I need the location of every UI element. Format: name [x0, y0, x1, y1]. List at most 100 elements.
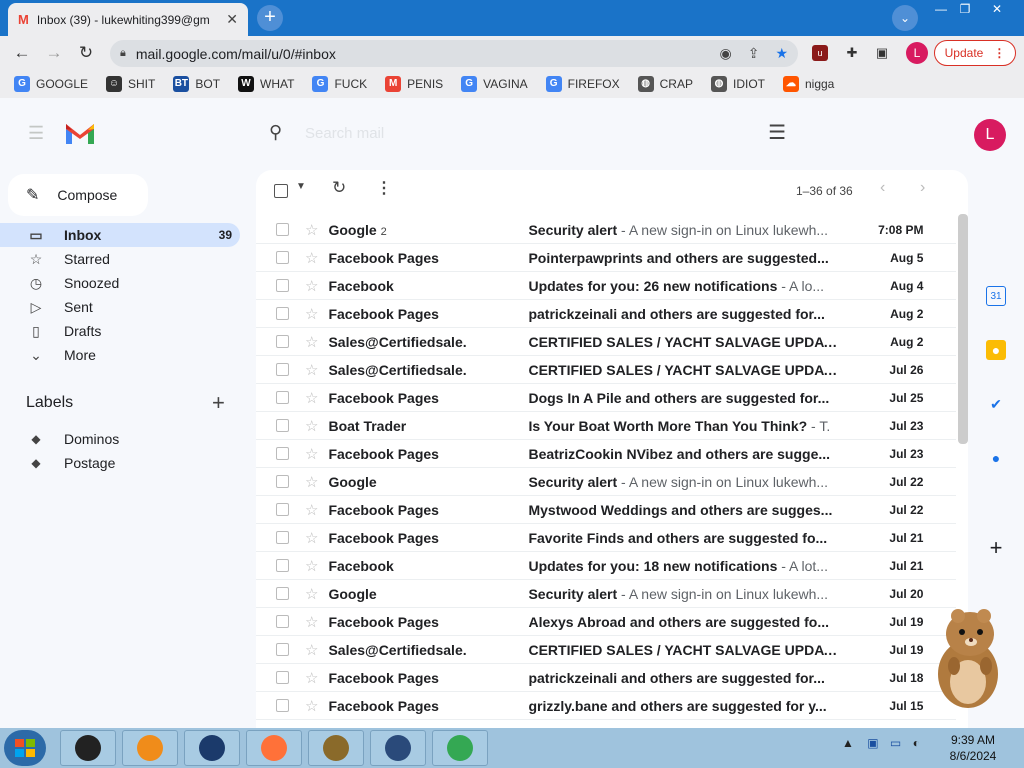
start-button[interactable]: [4, 730, 46, 766]
email-row[interactable]: ☆ Facebook Pages patrickzeinali and other…: [256, 300, 956, 328]
refresh-icon[interactable]: ↻: [332, 178, 346, 198]
star-icon[interactable]: ☆: [305, 585, 318, 603]
email-row[interactable]: ☆ Facebook Pages Pointerpawprints and oth…: [256, 244, 956, 272]
email-row[interactable]: ☆ Google Security alert - A new sign-in o…: [256, 580, 956, 608]
bookmark-item[interactable]: M PENIS: [385, 76, 443, 92]
email-row[interactable]: ☆ Sales@Certifiedsale. CERTIFIED SALES / …: [256, 636, 956, 664]
star-icon[interactable]: ☆: [305, 389, 318, 407]
app-game-box[interactable]: [308, 730, 364, 766]
email-row[interactable]: ☆ Facebook Updates for you: 18 new notifi…: [256, 552, 956, 580]
sidebar-item-drafts[interactable]: ▯ Drafts: [0, 319, 240, 343]
app-black-box[interactable]: [60, 730, 116, 766]
account-avatar[interactable]: L: [974, 119, 1006, 151]
compose-button[interactable]: ✎ Compose: [8, 174, 148, 216]
label-item[interactable]: ◆ Postage: [0, 451, 240, 475]
main-menu-icon[interactable]: ☰: [28, 123, 44, 144]
app-counter-strike[interactable]: [370, 730, 426, 766]
row-checkbox[interactable]: [276, 531, 289, 544]
sidebar-item-inbox[interactable]: ▭ Inbox 39: [0, 223, 240, 247]
calendar-icon[interactable]: 31: [986, 286, 1006, 306]
app-chrome[interactable]: [432, 730, 488, 766]
email-row[interactable]: ☆ Facebook Updates for you: 26 new notifi…: [256, 272, 956, 300]
list-scrollbar[interactable]: [958, 214, 968, 444]
app-media-player[interactable]: [122, 730, 178, 766]
new-tab-button[interactable]: +: [257, 5, 283, 31]
prev-page-icon[interactable]: ‹: [880, 179, 885, 197]
ublock-icon[interactable]: u: [812, 45, 828, 61]
star-icon[interactable]: ☆: [305, 557, 318, 575]
row-checkbox[interactable]: [276, 699, 289, 712]
label-item[interactable]: ◆ Dominos: [0, 427, 240, 451]
email-row[interactable]: ☆ Facebook Pages Mystwood Weddings and ot…: [256, 496, 956, 524]
row-checkbox[interactable]: [276, 223, 289, 236]
row-checkbox[interactable]: [276, 475, 289, 488]
search-bar[interactable]: ⚲ Search mail ☰: [257, 110, 802, 158]
row-checkbox[interactable]: [276, 335, 289, 348]
bookmark-item[interactable]: BT BOT: [173, 76, 220, 92]
star-icon[interactable]: ☆: [305, 669, 318, 687]
reload-button[interactable]: ↻: [74, 41, 98, 65]
forward-button[interactable]: →: [42, 41, 66, 65]
bookmark-item[interactable]: W WHAT: [238, 76, 294, 92]
monitor-icon[interactable]: ▭: [890, 736, 901, 750]
email-row[interactable]: ☆ Facebook Pages Favorite Finds and other…: [256, 524, 956, 552]
search-options-icon[interactable]: ☰: [768, 120, 786, 145]
star-icon[interactable]: ☆: [305, 473, 318, 491]
star-icon[interactable]: ☆: [305, 305, 318, 323]
row-checkbox[interactable]: [276, 587, 289, 600]
sidebar-item-snoozed[interactable]: ◷ Snoozed: [0, 271, 240, 295]
bookmark-item[interactable]: G GOOGLE: [14, 76, 88, 92]
email-row[interactable]: ☆ Facebook Pages grizzly.bane and others …: [256, 692, 956, 720]
row-checkbox[interactable]: [276, 671, 289, 684]
star-icon[interactable]: ☆: [305, 333, 318, 351]
select-dropdown-icon[interactable]: ▼: [296, 181, 306, 192]
restore-button[interactable]: ❐: [950, 0, 980, 20]
row-checkbox[interactable]: [276, 363, 289, 376]
sidebar-item-starred[interactable]: ☆ Starred: [0, 247, 240, 271]
tab-close-icon[interactable]: ✕: [226, 11, 238, 28]
row-checkbox[interactable]: [276, 419, 289, 432]
star-icon[interactable]: ☆: [305, 361, 318, 379]
email-row[interactable]: ☆ Google Security alert - A new sign-in o…: [256, 468, 956, 496]
update-button[interactable]: Update ⋮: [934, 40, 1016, 66]
star-icon[interactable]: ☆: [305, 529, 318, 547]
next-page-icon[interactable]: ›: [920, 179, 925, 197]
volume-icon[interactable]: ◐: [913, 736, 920, 750]
bookmark-item[interactable]: ◍ CRAP: [637, 76, 693, 92]
side-panel-icon[interactable]: ▣: [872, 43, 892, 63]
search-input[interactable]: Search mail: [305, 125, 384, 142]
email-row[interactable]: ☆ Sales@Certifiedsale. CERTIFIED SALES / …: [256, 356, 956, 384]
share-icon[interactable]: ⇪: [748, 45, 760, 62]
bookmark-item[interactable]: G FUCK: [312, 76, 367, 92]
close-window-button[interactable]: ✕: [982, 0, 1012, 20]
eye-icon[interactable]: ◉: [719, 45, 731, 62]
row-checkbox[interactable]: [276, 307, 289, 320]
row-checkbox[interactable]: [276, 391, 289, 404]
bookmark-item[interactable]: ☺ SHIT: [106, 76, 155, 92]
star-icon[interactable]: ☆: [305, 697, 318, 715]
email-row[interactable]: ☆ Google 2 Security alert - A new sign-in …: [256, 216, 956, 244]
keep-icon[interactable]: ●: [986, 340, 1006, 360]
app-firefox[interactable]: [246, 730, 302, 766]
row-checkbox[interactable]: [276, 279, 289, 292]
network-icon[interactable]: ▣: [867, 736, 878, 750]
browser-profile-avatar[interactable]: L: [906, 42, 928, 64]
select-all-checkbox[interactable]: [274, 184, 288, 198]
bookmark-item[interactable]: G FIREFOX: [545, 76, 620, 92]
star-icon[interactable]: ☆: [305, 277, 318, 295]
tasks-icon[interactable]: ✔: [986, 394, 1006, 414]
email-row[interactable]: ☆ Facebook Pages BeatrizCookin NVibez and…: [256, 440, 956, 468]
row-checkbox[interactable]: [276, 447, 289, 460]
bookmark-star-icon[interactable]: ★: [775, 45, 788, 62]
email-row[interactable]: ☆ Facebook Pages patrickzeinali and other…: [256, 664, 956, 692]
star-icon[interactable]: ☆: [305, 613, 318, 631]
star-icon[interactable]: ☆: [305, 249, 318, 267]
address-bar[interactable]: 🔒︎ mail.google.com/mail/u/0/#inbox ◉ ⇪ ★: [110, 40, 798, 67]
star-icon[interactable]: ☆: [305, 417, 318, 435]
star-icon[interactable]: ☆: [305, 501, 318, 519]
row-checkbox[interactable]: [276, 615, 289, 628]
email-row[interactable]: ☆ Boat Trader Is Your Boat Worth More Tha…: [256, 412, 956, 440]
bookmark-item[interactable]: ◍ IDIOT: [710, 76, 765, 92]
sidebar-item-sent[interactable]: ▷ Sent: [0, 295, 240, 319]
bookmark-item[interactable]: G VAGINA: [461, 76, 528, 92]
